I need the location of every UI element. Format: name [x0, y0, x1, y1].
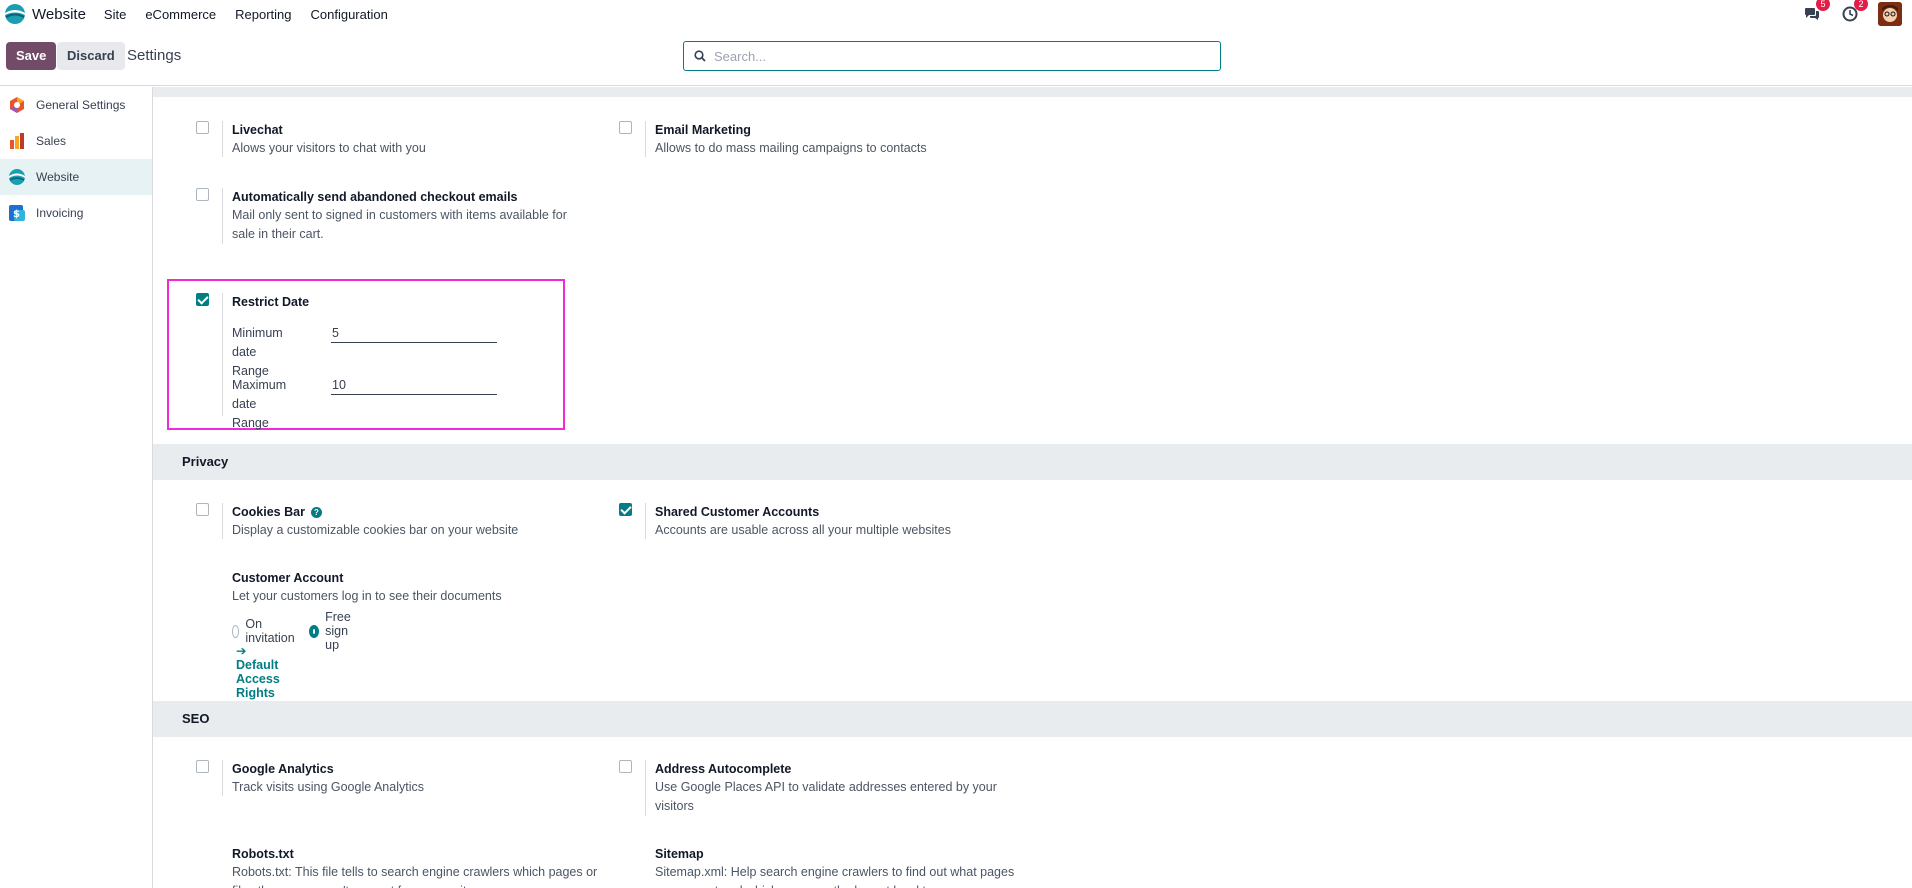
shared-accounts-checkbox[interactable]	[619, 503, 632, 516]
setting-title-wrap: Cookies Bar?	[232, 503, 592, 521]
minimum-date-range-row: Minimum date Range 5	[232, 324, 497, 381]
setting-title: Livechat	[232, 123, 283, 137]
setting-divider	[222, 760, 223, 796]
setting-title: Sitemap	[655, 847, 704, 861]
abandoned-checkout-checkbox[interactable]	[196, 188, 209, 201]
livechat-checkbox[interactable]	[196, 121, 209, 134]
setting-title: Email Marketing	[655, 123, 751, 137]
top-navbar: Website Site eCommerce Reporting Configu…	[0, 0, 1912, 28]
svg-text:$: $	[13, 209, 20, 220]
setting-title: Shared Customer Accounts	[655, 505, 820, 519]
setting-divider	[222, 121, 223, 157]
minimum-label-line1: Minimum	[232, 326, 283, 340]
setting-divider	[222, 293, 223, 416]
activities-button[interactable]: 2	[1840, 0, 1868, 24]
seo-section-heading: SEO	[153, 701, 1912, 737]
setting-title: Customer Account	[232, 571, 344, 585]
radio-on-invitation[interactable]	[232, 624, 240, 638]
setting-description: Allows to do mass mailing campaigns to c…	[655, 141, 927, 155]
sales-icon	[10, 133, 24, 149]
menu-configuration[interactable]: Configuration	[311, 7, 388, 22]
address-autocomplete-checkbox[interactable]	[619, 760, 632, 773]
settings-sidebar: General Settings Sales Website $ Invoici…	[0, 87, 153, 888]
setting-title: Google Analytics	[232, 762, 334, 776]
google-analytics-checkbox[interactable]	[196, 760, 209, 773]
setting-description: Robots.txt: This file tells to search en…	[232, 865, 598, 888]
setting-title: Address Autocomplete	[655, 762, 792, 776]
menu-ecommerce[interactable]: eCommerce	[145, 7, 216, 22]
website-app-icon	[5, 4, 25, 24]
setting-title: Restrict Date	[232, 295, 310, 309]
setting-description: Sitemap.xml: Help search engine crawlers…	[655, 865, 1015, 888]
setting-description: Track visits using Google Analytics	[232, 780, 424, 794]
default-access-rights-link[interactable]: ➔ Default Access Rights	[236, 643, 280, 700]
setting-description: Alows your visitors to chat with you	[232, 141, 426, 155]
maximum-label-line1: Maximum	[232, 378, 287, 392]
search-icon	[694, 50, 706, 62]
maximum-label-line2: date Range	[232, 397, 269, 430]
app-name: Website	[32, 5, 86, 23]
email-marketing-checkbox[interactable]	[619, 121, 632, 134]
setting-title: Cookies Bar	[232, 505, 305, 519]
setting-divider	[222, 503, 223, 539]
setting-divider	[645, 760, 646, 816]
radio-label: On invitation	[245, 617, 295, 645]
arrow-right-icon: ➔	[236, 644, 247, 658]
cookies-bar-checkbox[interactable]	[196, 503, 209, 516]
link-label: Default Access Rights	[236, 658, 280, 700]
radio-free-sign-up[interactable]	[308, 624, 320, 638]
sidebar-item-label: Website	[36, 170, 80, 184]
control-panel: Save Discard Settings	[0, 28, 1912, 86]
privacy-section-heading: Privacy	[153, 444, 1912, 480]
menu-reporting[interactable]: Reporting	[235, 7, 291, 22]
sidebar-item-label: Sales	[36, 134, 67, 148]
restrict-date-checkbox[interactable]	[196, 293, 209, 306]
maximum-date-range-input[interactable]: 10	[331, 376, 497, 395]
app-brand[interactable]: Website	[4, 3, 86, 25]
setting-divider	[645, 121, 646, 157]
discard-button[interactable]: Discard	[57, 42, 125, 70]
setting-divider	[222, 188, 223, 244]
sidebar-item-label: Invoicing	[36, 206, 84, 220]
setting-description: Mail only sent to signed in customers wi…	[232, 208, 567, 241]
setting-title: Robots.txt	[232, 847, 294, 861]
setting-title: Automatically send abandoned checkout em…	[232, 190, 518, 204]
sidebar-item-website[interactable]: Website	[0, 159, 152, 195]
sidebar-item-label: General Settings	[36, 98, 126, 112]
save-button[interactable]: Save	[6, 42, 57, 70]
setting-divider	[645, 503, 646, 539]
messages-badge: 5	[1816, 0, 1830, 11]
setting-description: Accounts are usable across all your mult…	[655, 523, 951, 537]
help-icon[interactable]: ?	[310, 507, 322, 518]
radio-label: Free sign up	[325, 610, 351, 652]
setting-description: Display a customizable cookies bar on yo…	[232, 523, 519, 537]
breadcrumb: Settings	[127, 47, 182, 64]
website-icon	[9, 169, 25, 185]
minimum-date-range-input[interactable]: 5	[331, 324, 497, 343]
sidebar-item-general-settings[interactable]: General Settings	[0, 87, 152, 123]
general-settings-icon	[10, 97, 24, 113]
avatar-icon	[1878, 2, 1902, 26]
menu-site[interactable]: Site	[104, 7, 126, 22]
messages-button[interactable]: 5	[1802, 0, 1830, 24]
search-input[interactable]	[714, 48, 1194, 64]
invoicing-icon: $	[9, 205, 25, 221]
setting-description: Let your customers log in to see their d…	[232, 589, 502, 603]
activities-badge: 2	[1854, 0, 1868, 11]
section-divider	[153, 87, 1912, 97]
search-box[interactable]	[683, 41, 1221, 71]
setting-description: Use Google Places API to validate addres…	[655, 780, 997, 813]
sidebar-item-sales[interactable]: Sales	[0, 123, 152, 159]
sidebar-item-invoicing[interactable]: $ Invoicing	[0, 195, 152, 231]
maximum-date-range-row: Maximum date Range 10	[232, 376, 497, 433]
user-avatar[interactable]	[1878, 2, 1902, 26]
settings-content: Livechat Alows your visitors to chat wit…	[153, 87, 1912, 888]
